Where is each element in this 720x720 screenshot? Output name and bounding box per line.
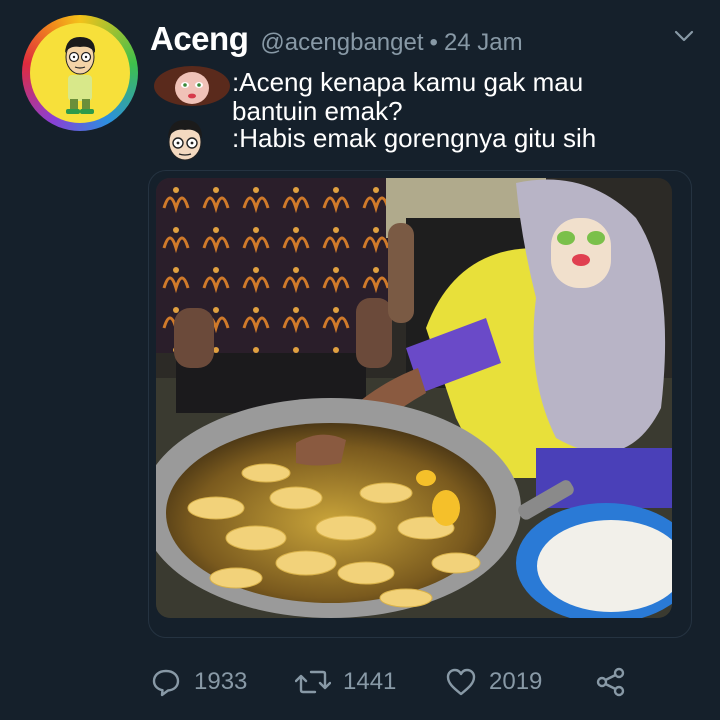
retweet-icon [295,670,331,694]
tweet-action-bar: 1933 1441 2019 [150,664,630,700]
profile-avatar[interactable] [22,15,138,131]
retweet-count: 1441 [343,668,397,695]
dialogue-line-aceng: :Habis emak gorengnya gitu sih [232,123,597,153]
timestamp[interactable]: 24 Jam [444,29,523,57]
separator-dot: • [429,29,438,56]
user-handle[interactable]: @acengbanget [260,29,423,57]
heart-icon [446,668,476,696]
reply-count: 1933 [194,668,248,695]
share-button[interactable] [595,664,627,700]
avatar-image [30,23,130,123]
display-name[interactable]: Aceng [150,20,249,58]
like-button[interactable]: 2019 [445,664,542,700]
tweet-header: Aceng @acengbanget • 24 Jam [150,20,523,60]
like-count: 2019 [489,668,543,695]
tweet-photo[interactable] [156,178,672,618]
reply-icon [152,669,180,697]
reply-button[interactable]: 1933 [150,664,247,700]
mom-face-icon [152,64,232,108]
aceng-face-icon [163,116,207,162]
share-icon [596,667,625,697]
dialogue-line-mom: :Aceng kenapa kamu gak mau bantuin emak? [232,67,584,126]
chevron-down-icon[interactable] [672,24,696,48]
retweet-button[interactable]: 1441 [295,664,396,700]
